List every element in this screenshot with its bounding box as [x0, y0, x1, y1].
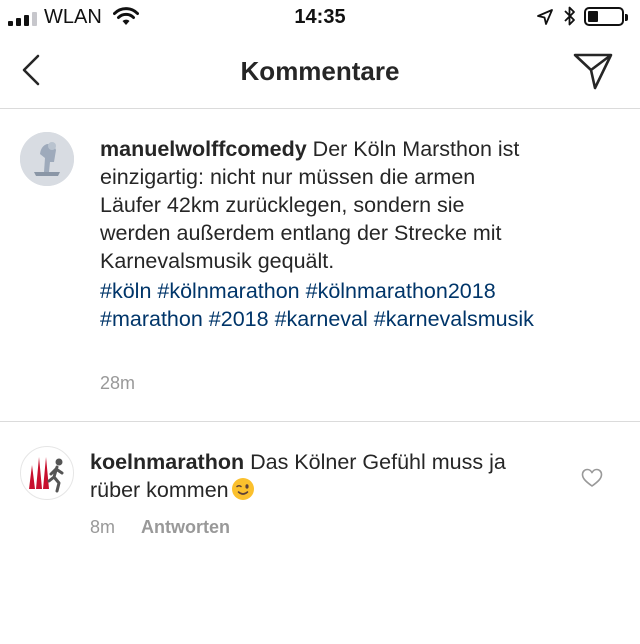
hashtag-link[interactable]: #köln — [100, 279, 151, 303]
koelnmarathon-logo-icon — [29, 457, 64, 493]
hashtag-link[interactable]: #2018 — [209, 307, 269, 331]
caption-text: manuelwolffcomedy Der Köln Marsthon ist … — [100, 135, 540, 333]
hashtag-link[interactable]: #karnevalsmusik — [374, 307, 534, 331]
location-arrow-icon — [537, 9, 553, 25]
avatar-photo-icon — [20, 132, 74, 186]
hashtag-link[interactable]: #kölnmarathon — [157, 279, 299, 303]
hashtag-link[interactable]: #marathon — [100, 307, 203, 331]
comment-meta: 8m Antworten — [90, 517, 230, 538]
comment-username[interactable]: manuelwolffcomedy — [100, 137, 307, 161]
winking-face-emoji-icon — [231, 478, 254, 500]
hashtag-link[interactable]: #karneval — [275, 307, 368, 331]
avatar[interactable] — [20, 132, 74, 186]
status-bar: WLAN 14:35 — [0, 0, 640, 34]
battery-icon — [584, 7, 628, 26]
page-title: Kommentare — [240, 56, 400, 86]
comment-item: koelnmarathon Das Kölner Gefühl muss ja … — [0, 422, 640, 562]
navigation-bar: Kommentare — [0, 34, 640, 109]
hashtag-list: #köln #kölnmarathon #kölnmarathon2018 #m… — [100, 277, 540, 333]
like-heart-icon[interactable] — [581, 468, 603, 488]
comment-username[interactable]: koelnmarathon — [90, 450, 244, 474]
caption-comment: manuelwolffcomedy Der Köln Marsthon ist … — [0, 108, 640, 421]
comment-timestamp: 28m — [100, 373, 136, 393]
comment-text: koelnmarathon Das Kölner Gefühl muss ja … — [90, 448, 540, 504]
comment-timestamp: 8m — [90, 517, 116, 537]
reply-button[interactable]: Antworten — [141, 517, 230, 537]
avatar[interactable] — [20, 446, 74, 500]
hashtag-link[interactable]: #kölnmarathon2018 — [306, 279, 496, 303]
direct-message-icon[interactable] — [572, 50, 614, 92]
bluetooth-icon — [564, 6, 575, 26]
